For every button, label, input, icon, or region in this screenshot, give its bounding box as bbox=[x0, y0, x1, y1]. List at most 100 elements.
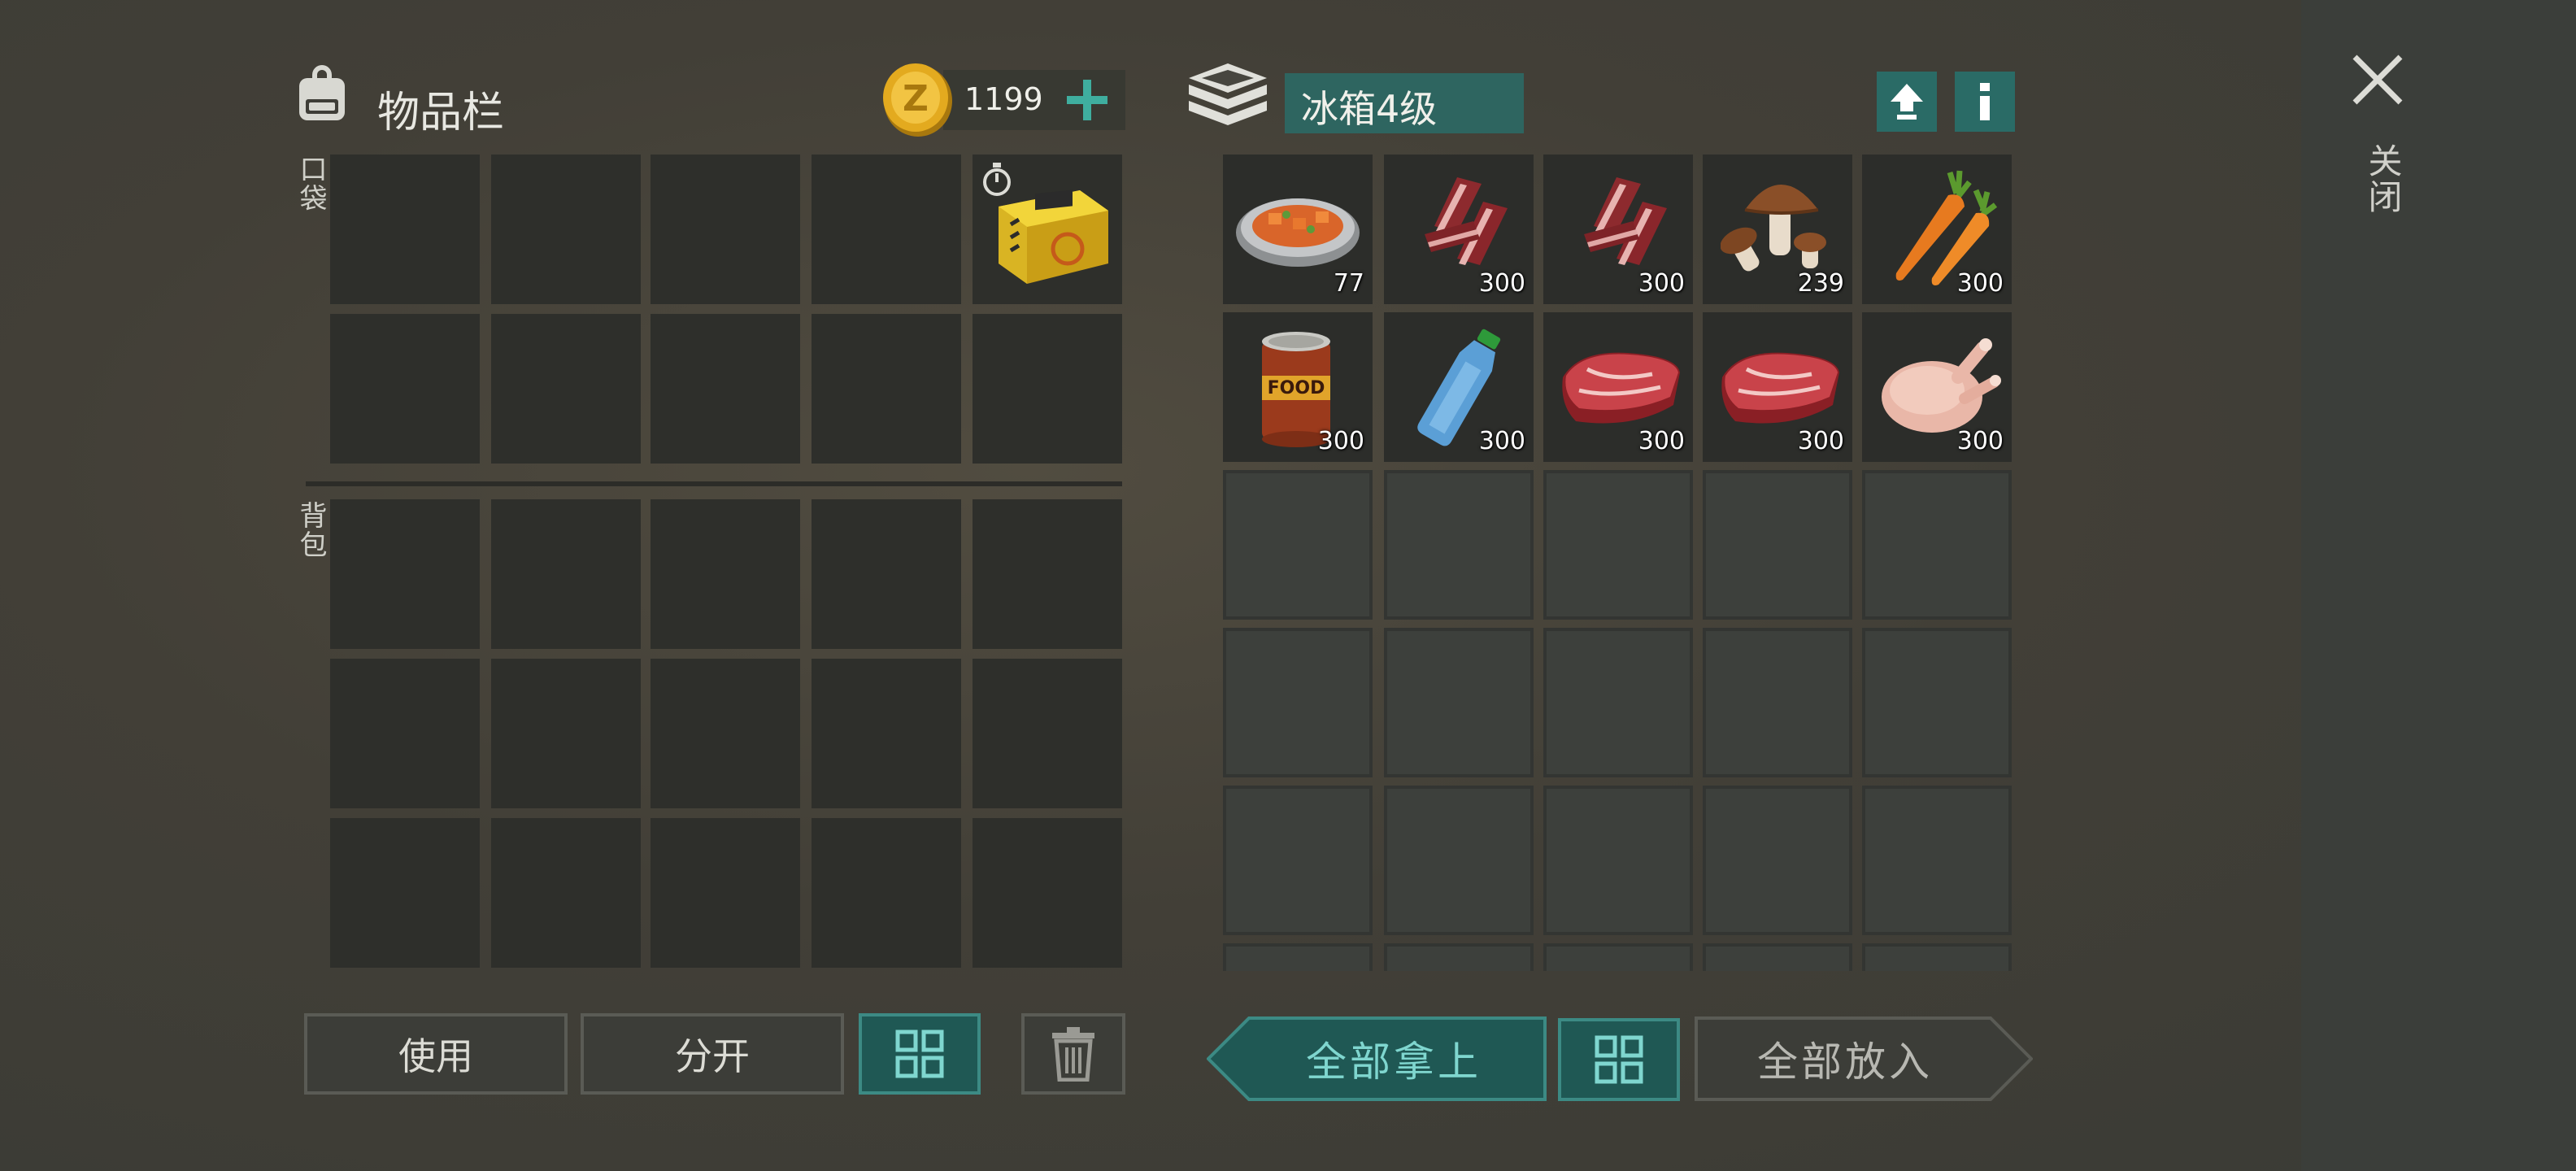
raw-steak-icon bbox=[1721, 352, 1839, 424]
close-icon bbox=[2352, 54, 2403, 105]
close-button[interactable] bbox=[2350, 52, 2405, 107]
container-slot[interactable] bbox=[1384, 628, 1534, 777]
container-slot[interactable] bbox=[1703, 628, 1852, 777]
raw-bacon-icon bbox=[1584, 177, 1667, 265]
backpack-slot[interactable] bbox=[491, 499, 641, 649]
backpack-slot[interactable] bbox=[491, 659, 641, 808]
container-slot-steak[interactable]: 300 bbox=[1703, 312, 1852, 462]
container-slot-steak[interactable]: 300 bbox=[1543, 312, 1693, 462]
raw-steak-icon bbox=[1562, 352, 1680, 424]
container-slot[interactable] bbox=[1384, 470, 1534, 620]
backpack-slot[interactable] bbox=[651, 659, 800, 808]
backpack-slot[interactable] bbox=[812, 659, 961, 808]
backpack-slot[interactable] bbox=[330, 659, 480, 808]
container-slot[interactable] bbox=[1862, 943, 2012, 971]
pocket-slot[interactable] bbox=[812, 155, 961, 304]
take-all-button[interactable]: 全部拿上 bbox=[1207, 1016, 1547, 1101]
container-slot[interactable] bbox=[1703, 943, 1852, 971]
item-count: 300 bbox=[1478, 427, 1525, 455]
item-count: 300 bbox=[1956, 427, 2004, 455]
backpack-slot[interactable] bbox=[651, 818, 800, 968]
upload-arrow-icon bbox=[1891, 84, 1923, 120]
inventory-title: 物品栏 bbox=[377, 89, 505, 137]
sort-inventory-button[interactable] bbox=[859, 1013, 981, 1095]
backpack-slot[interactable] bbox=[973, 659, 1122, 808]
split-button[interactable]: 分开 bbox=[581, 1013, 844, 1095]
container-slot[interactable] bbox=[1862, 470, 2012, 620]
container-slot-mushroom[interactable]: 239 bbox=[1703, 155, 1852, 304]
pocket-slot[interactable] bbox=[651, 155, 800, 304]
container-slot[interactable] bbox=[1223, 470, 1373, 620]
pocket-slot[interactable] bbox=[973, 314, 1122, 464]
pocket-slot[interactable] bbox=[491, 314, 641, 464]
backpack-slot[interactable] bbox=[651, 499, 800, 649]
gold-coin-icon: Z bbox=[883, 63, 952, 137]
upgrade-button[interactable] bbox=[1877, 72, 1937, 132]
container-slot-canned-food[interactable]: FOOD 300 bbox=[1223, 312, 1373, 462]
item-count: 239 bbox=[1797, 269, 1844, 298]
backpack-icon bbox=[299, 65, 345, 120]
pocket-label: 口袋 bbox=[294, 155, 327, 213]
sort-container-button[interactable] bbox=[1558, 1018, 1680, 1101]
container-slot-bacon[interactable]: 300 bbox=[1384, 155, 1534, 304]
add-coins-button[interactable] bbox=[1057, 70, 1117, 130]
pocket-slot[interactable] bbox=[812, 314, 961, 464]
container-slot-bacon[interactable]: 300 bbox=[1543, 155, 1693, 304]
info-icon bbox=[1980, 83, 1990, 120]
cooked-stew-icon bbox=[1236, 198, 1360, 267]
item-count: 300 bbox=[1478, 269, 1525, 298]
pocket-slot[interactable] bbox=[330, 155, 480, 304]
use-button[interactable]: 使用 bbox=[304, 1013, 568, 1095]
item-count: 300 bbox=[1638, 427, 1685, 455]
container-slot[interactable] bbox=[1862, 628, 2012, 777]
container-grid[interactable]: 77 300 300 239 300 FOOD 300 300 300 300 … bbox=[1220, 153, 2017, 971]
pocket-slot[interactable] bbox=[651, 314, 800, 464]
svg-text:Z: Z bbox=[903, 78, 929, 120]
backpack-slot[interactable] bbox=[491, 818, 641, 968]
backpack-slot[interactable] bbox=[973, 818, 1122, 968]
container-slot[interactable] bbox=[1862, 786, 2012, 935]
container-slot[interactable] bbox=[1543, 943, 1693, 971]
container-slot[interactable] bbox=[1543, 628, 1693, 777]
can-label-text: FOOD bbox=[1268, 378, 1325, 398]
container-slot-chicken[interactable]: 300 bbox=[1862, 312, 2012, 462]
pocket-slot[interactable] bbox=[491, 155, 641, 304]
backpack-slot[interactable] bbox=[973, 499, 1122, 649]
grid-sort-icon bbox=[1595, 1035, 1643, 1084]
backpack-slot[interactable] bbox=[812, 499, 961, 649]
coin-count: 1199 bbox=[964, 81, 1043, 117]
container-slot[interactable] bbox=[1223, 943, 1373, 971]
container-name-field[interactable]: 冰箱4级 bbox=[1285, 73, 1524, 133]
grid-sort-icon bbox=[895, 1030, 944, 1078]
container-slot[interactable] bbox=[1384, 786, 1534, 935]
container-slot[interactable] bbox=[1223, 786, 1373, 935]
biohazard-box-icon bbox=[999, 189, 1108, 284]
side-panel bbox=[2301, 0, 2576, 1171]
container-slot[interactable] bbox=[1384, 943, 1534, 971]
trash-icon bbox=[1052, 1027, 1094, 1082]
container-slot-water[interactable]: 300 bbox=[1384, 312, 1534, 462]
raw-bacon-icon bbox=[1425, 177, 1508, 265]
container-slot[interactable] bbox=[1703, 786, 1852, 935]
take-all-label: 全部拿上 bbox=[1306, 1038, 1482, 1086]
storage-box-icon bbox=[1189, 63, 1267, 125]
info-button[interactable] bbox=[1955, 72, 2015, 132]
backpack-slot[interactable] bbox=[812, 818, 961, 968]
put-all-button[interactable]: 全部放入 bbox=[1695, 1016, 2033, 1101]
discard-button[interactable] bbox=[1021, 1013, 1125, 1095]
backpack-label: 背包 bbox=[294, 501, 327, 559]
container-slot-carrot[interactable]: 300 bbox=[1862, 155, 2012, 304]
raw-chicken-icon bbox=[1882, 338, 2001, 433]
close-label[interactable]: 关闭 bbox=[2358, 143, 2408, 215]
container-slot[interactable] bbox=[1703, 470, 1852, 620]
section-divider bbox=[306, 481, 1122, 486]
container-slot-stew[interactable]: 77 bbox=[1223, 155, 1373, 304]
backpack-slot[interactable] bbox=[330, 499, 480, 649]
pocket-slot[interactable] bbox=[330, 314, 480, 464]
container-slot[interactable] bbox=[1543, 470, 1693, 620]
pocket-slot-biohazard-box[interactable] bbox=[973, 155, 1122, 304]
container-slot[interactable] bbox=[1543, 786, 1693, 935]
container-slot[interactable] bbox=[1223, 628, 1373, 777]
plus-icon bbox=[1067, 80, 1107, 120]
backpack-slot[interactable] bbox=[330, 818, 480, 968]
